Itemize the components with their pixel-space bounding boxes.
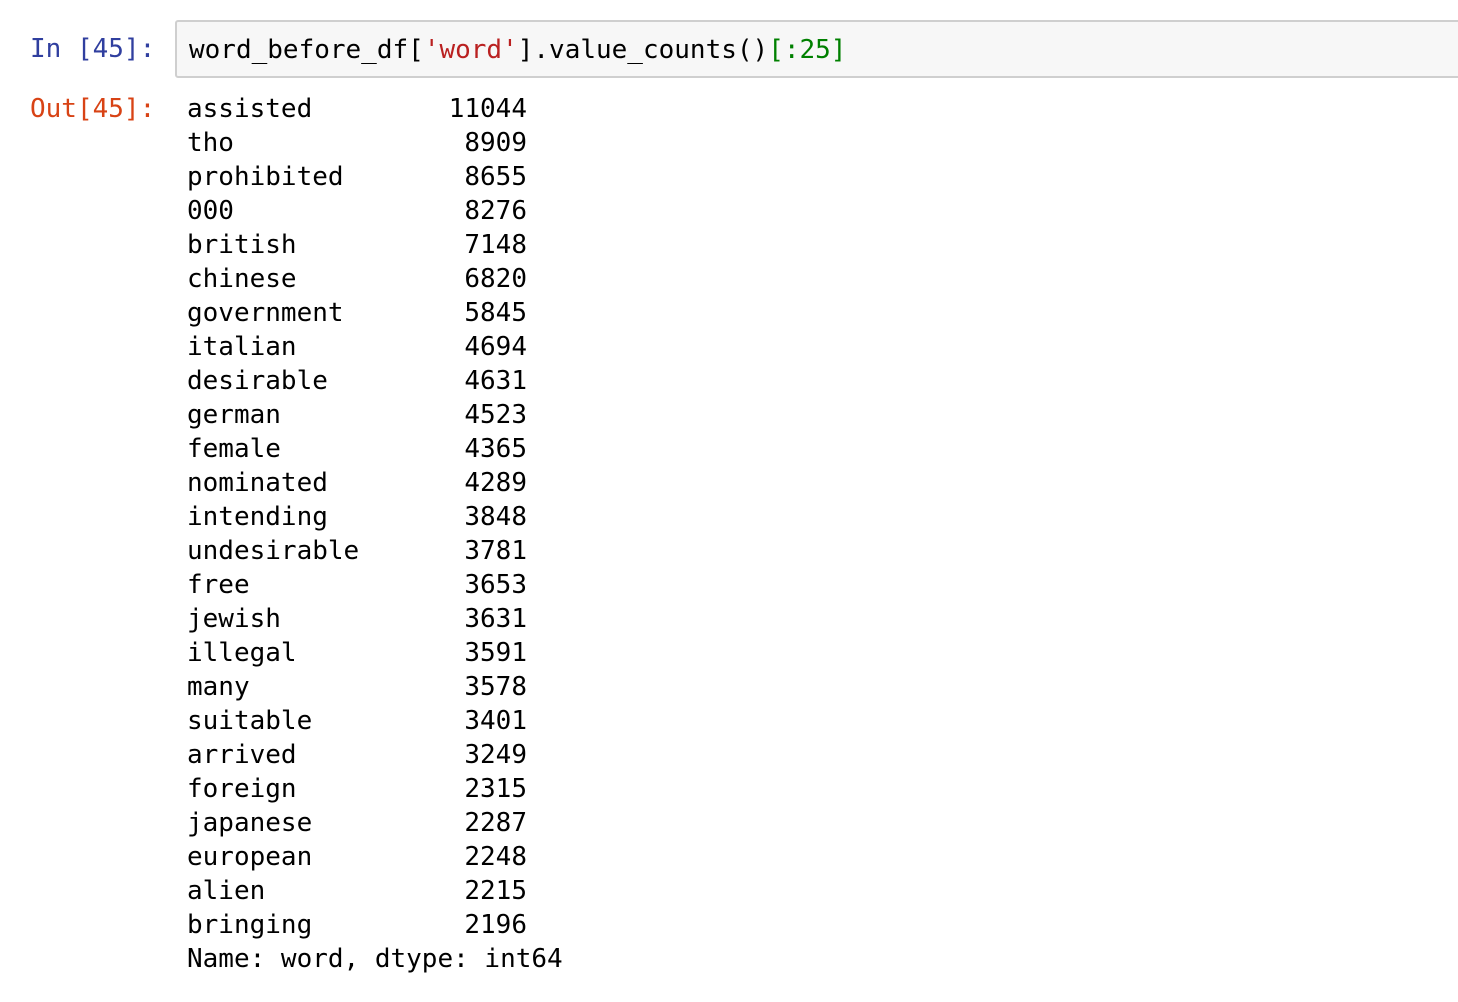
output-row: assisted 11044: [187, 92, 527, 126]
input-prompt: In [45]:: [30, 34, 156, 64]
row-word: japanese: [187, 808, 313, 838]
row-count: 8276: [464, 196, 527, 226]
notebook-cell: In [45]: word_before_df['word'].value_co…: [0, 0, 1458, 1002]
row-count: 3591: [464, 638, 527, 668]
output-row: japanese 2287: [187, 806, 527, 840]
code-input-area[interactable]: word_before_df['word'].value_counts()[:2…: [175, 20, 1458, 78]
output-row: tho 8909: [187, 126, 527, 160]
row-count: 3631: [464, 604, 527, 634]
row-word: illegal: [187, 638, 297, 668]
row-count: 3653: [464, 570, 527, 600]
code-token-string: 'word': [423, 35, 518, 65]
output-row: suitable 3401: [187, 704, 527, 738]
output-row: british 7148: [187, 228, 527, 262]
output-row: government 5845: [187, 296, 527, 330]
row-word: german: [187, 400, 281, 430]
series-footer: Name: word, dtype: int64: [187, 944, 563, 974]
output-row: intending 3848: [187, 500, 527, 534]
output-row: illegal 3591: [187, 636, 527, 670]
value-counts-list: assisted 11044 tho 8909 prohibited 8655 000 827…: [187, 92, 563, 942]
row-count: 3781: [464, 536, 527, 566]
row-count: 7148: [464, 230, 527, 260]
output-row: german 4523: [187, 398, 527, 432]
row-word: many: [187, 672, 250, 702]
output-area: assisted 11044 tho 8909 prohibited 8655 000 827…: [187, 92, 563, 976]
output-row: undesirable 3781: [187, 534, 527, 568]
row-word: arrived: [187, 740, 297, 770]
row-word: jewish: [187, 604, 281, 634]
code-token-method: ].value_counts(): [517, 35, 769, 65]
row-word: tho: [187, 128, 234, 158]
row-count: 5845: [464, 298, 527, 328]
code-token-slice: [:25]: [768, 35, 847, 65]
output-row: chinese 6820: [187, 262, 527, 296]
row-word: italian: [187, 332, 297, 362]
row-count: 3401: [464, 706, 527, 736]
row-word: prohibited: [187, 162, 344, 192]
row-count: 2215: [464, 876, 527, 906]
row-word: bringing: [187, 910, 313, 940]
output-row: foreign 2315: [187, 772, 527, 806]
output-row: many 3578: [187, 670, 527, 704]
output-row: prohibited 8655: [187, 160, 527, 194]
row-count: 4289: [464, 468, 527, 498]
row-count: 11044: [448, 94, 527, 124]
output-row: bringing 2196: [187, 908, 527, 942]
row-count: 4694: [464, 332, 527, 362]
row-word: assisted: [187, 94, 313, 124]
output-row: nominated 4289: [187, 466, 527, 500]
output-row: 000 8276: [187, 194, 527, 228]
output-prompt: Out[45]:: [30, 94, 156, 124]
output-row: alien 2215: [187, 874, 527, 908]
row-count: 3578: [464, 672, 527, 702]
output-row: european 2248: [187, 840, 527, 874]
row-count: 4523: [464, 400, 527, 430]
output-row: italian 4694: [187, 330, 527, 364]
row-word: free: [187, 570, 250, 600]
row-word: british: [187, 230, 297, 260]
row-word: desirable: [187, 366, 328, 396]
row-word: foreign: [187, 774, 297, 804]
row-count: 2248: [464, 842, 527, 872]
row-count: 4365: [464, 434, 527, 464]
row-word: female: [187, 434, 281, 464]
output-row: female 4365: [187, 432, 527, 466]
row-word: 000: [187, 196, 234, 226]
row-count: 3848: [464, 502, 527, 532]
row-count: 8655: [464, 162, 527, 192]
row-word: european: [187, 842, 313, 872]
row-word: intending: [187, 502, 328, 532]
code-token-call: word_before_df[: [189, 35, 424, 65]
row-count: 8909: [464, 128, 527, 158]
output-row: arrived 3249: [187, 738, 527, 772]
row-count: 4631: [464, 366, 527, 396]
output-row: desirable 4631: [187, 364, 527, 398]
row-word: undesirable: [187, 536, 360, 566]
row-word: alien: [187, 876, 266, 906]
row-count: 2315: [464, 774, 527, 804]
row-word: government: [187, 298, 344, 328]
output-row: jewish 3631: [187, 602, 527, 636]
row-count: 6820: [464, 264, 527, 294]
row-word: suitable: [187, 706, 313, 736]
row-word: chinese: [187, 264, 297, 294]
output-row: free 3653: [187, 568, 527, 602]
row-count: 2196: [464, 910, 527, 940]
code-line: word_before_df['word'].value_counts()[:2…: [189, 33, 846, 67]
row-count: 3249: [464, 740, 527, 770]
row-word: nominated: [187, 468, 328, 498]
row-count: 2287: [464, 808, 527, 838]
